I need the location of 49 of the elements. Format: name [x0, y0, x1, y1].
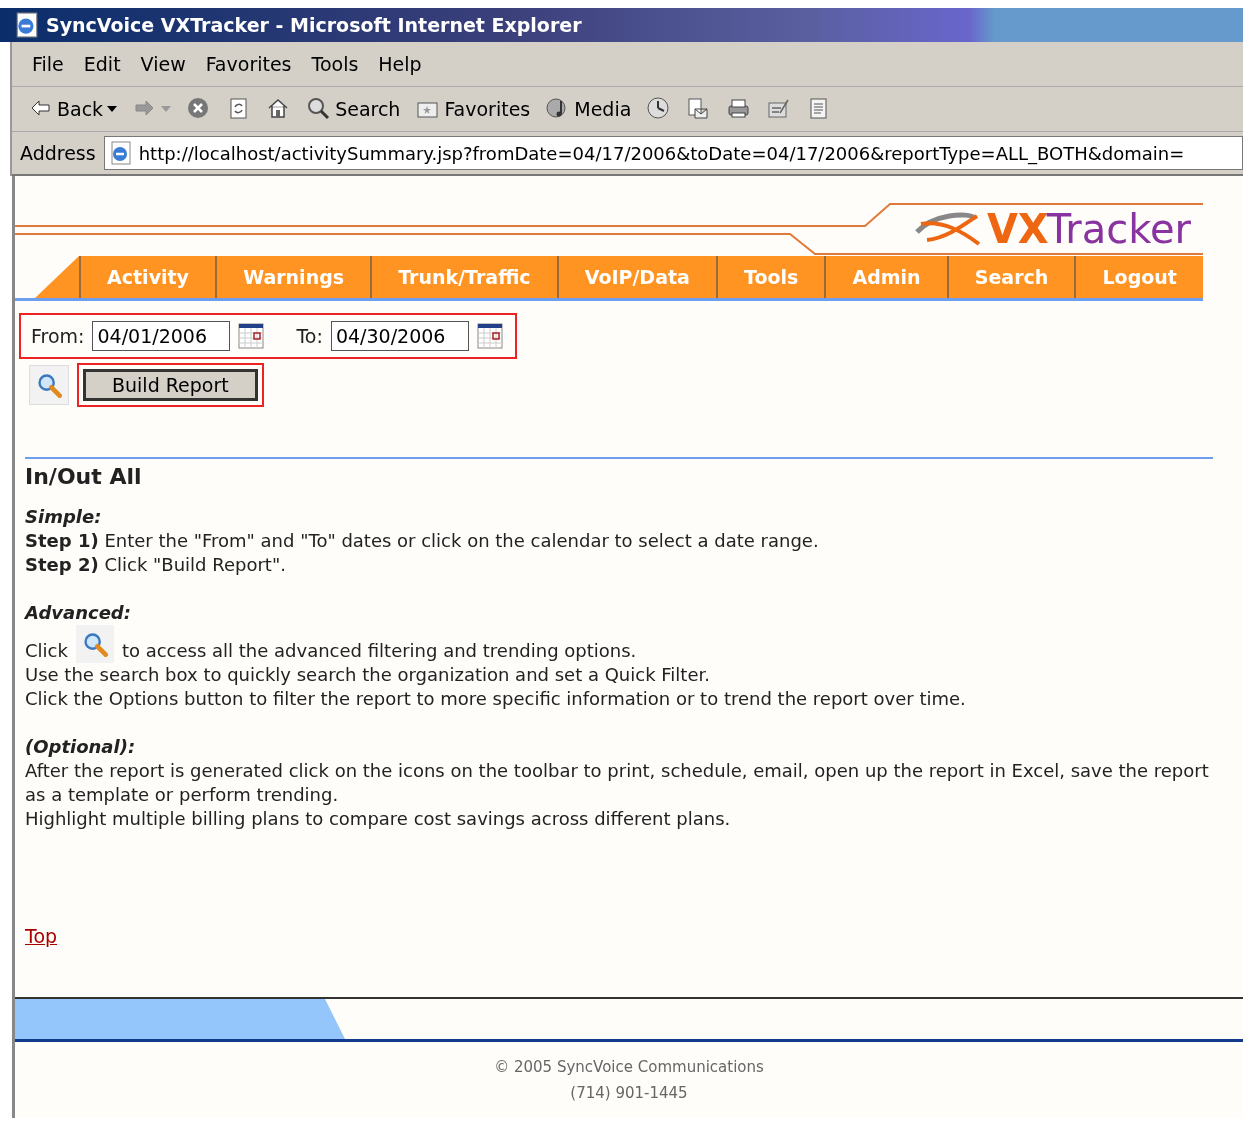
favorites-button[interactable]: Favorites [411, 95, 536, 123]
search-button[interactable] [29, 365, 69, 405]
footer-text: © 2005 SyncVoice Communications [494, 1057, 764, 1078]
back-button[interactable]: Back [24, 95, 123, 123]
subheading: Advanced: [25, 601, 132, 625]
print-icon [727, 97, 752, 121]
calendar-icon[interactable] [238, 323, 265, 349]
menu-item[interactable]: View [132, 49, 194, 79]
media-button[interactable]: Media [541, 95, 637, 123]
menu-item[interactable]: File [24, 49, 72, 79]
search-button[interactable]: Search [302, 95, 406, 123]
search-icon [307, 97, 332, 121]
instruction-text: Step 1) Enter the "From" and "To" dates or click on the calendar to select a date range. [25, 529, 820, 553]
menu-item[interactable]: Favorites [197, 49, 300, 79]
edit-icon [767, 97, 792, 121]
subheading: Simple: [25, 505, 103, 529]
instruction-text: Step 2) Click "Build Report". [25, 553, 287, 577]
instruction-text: Click [25, 639, 68, 663]
instruction-text: Use the search box to quickly search the organization and set a Quick Filter. [25, 663, 711, 687]
browser-icon [14, 12, 40, 38]
section-heading: In/Out All [25, 463, 143, 491]
menu-item[interactable]: Tools [303, 49, 367, 79]
instruction-text: After the report is generated click on the icons on the toolbar to print, schedule, email, open up the report in Excel, save the report as a template or perform trending. [25, 759, 1210, 807]
caret-icon [107, 106, 118, 112]
to-label: To: [296, 325, 323, 347]
instruction-text: to access all the advanced filtering and trending options. [121, 639, 637, 663]
swoosh-icon [912, 210, 983, 248]
instruction-text: Highlight multiple billing plans to compare cost savings across different plans. [25, 807, 732, 831]
logo: VXTracker [912, 206, 1191, 252]
calendar-icon[interactable] [476, 323, 503, 349]
browser-icon [108, 141, 133, 165]
address-label: Address [20, 142, 96, 164]
footer-text: (714) 901-1445 [570, 1083, 688, 1104]
top-link[interactable]: Top [25, 925, 58, 947]
search-button[interactable] [75, 625, 114, 663]
from-date-field[interactable]: 04/01/2006 [92, 321, 231, 351]
history-icon [647, 97, 672, 121]
instruction-text: Click the Options button to filter the report to more specific information or to trend the report over time. [25, 687, 967, 711]
menu-item[interactable]: Edit [75, 49, 129, 79]
address-field[interactable]: http://localhost/activitySummary.jsp?fromDate=04/17/2006&toDate=04/17/2006&reportType=ALL_BOTH&domain= [103, 136, 1243, 170]
build-report-button[interactable]: Build Report [83, 369, 258, 401]
caret-icon [161, 106, 172, 112]
from-label: From: [31, 325, 85, 347]
search-icon [81, 631, 108, 657]
window-title: SyncVoice VXTracker - Microsoft Internet Explorer [46, 14, 582, 36]
subheading: (Optional): [25, 735, 137, 759]
to-date-field[interactable]: 04/30/2006 [330, 321, 469, 351]
menu-item[interactable]: Help [370, 49, 430, 79]
search-icon [36, 372, 62, 398]
